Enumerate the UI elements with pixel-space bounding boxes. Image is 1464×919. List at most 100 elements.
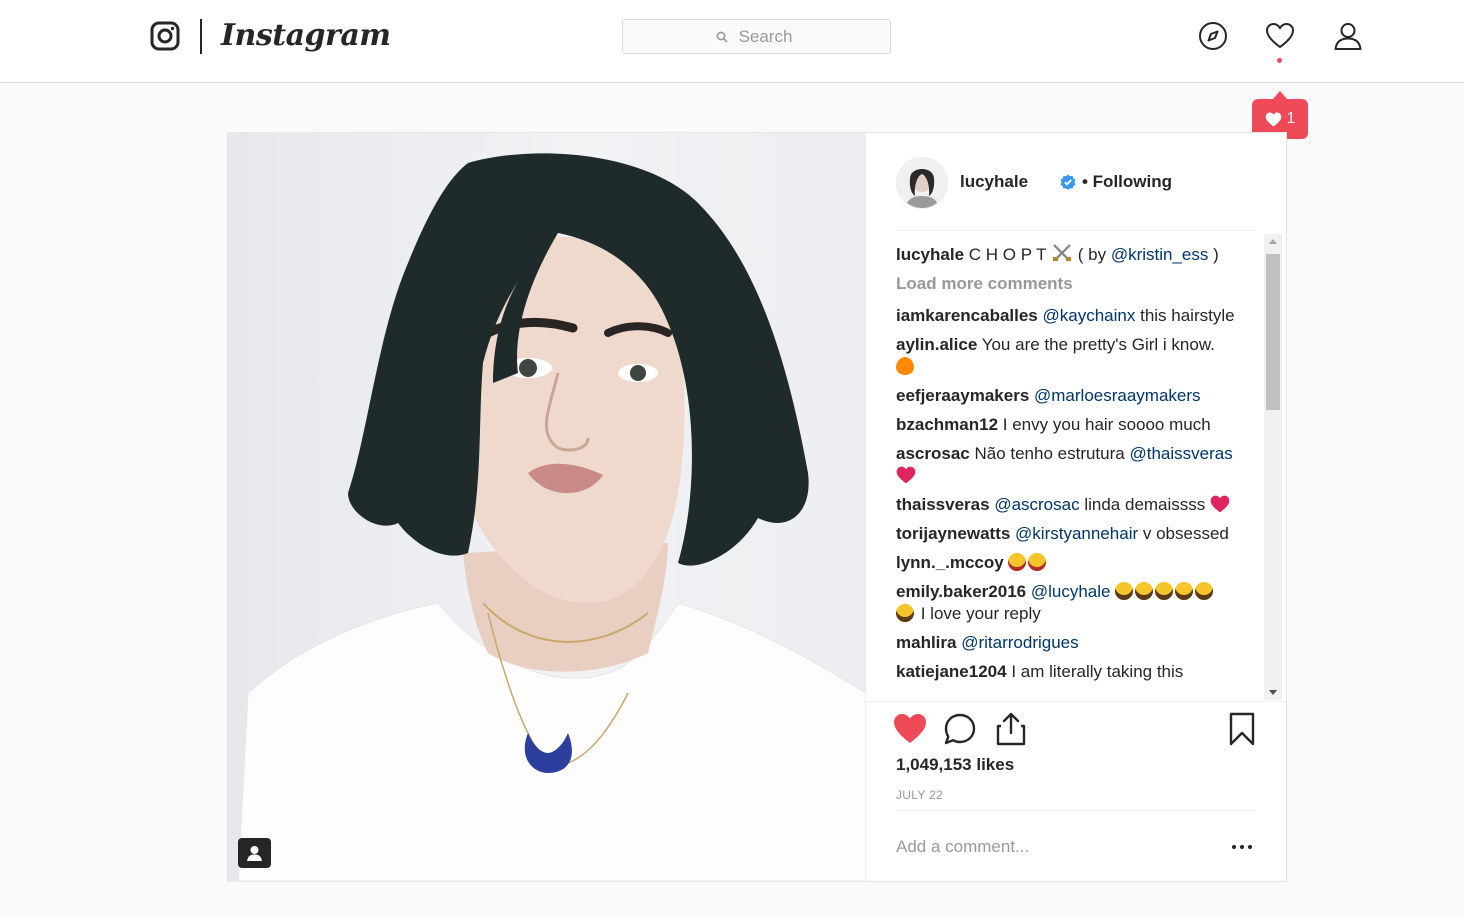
person-tag-icon: [247, 846, 262, 861]
logo-divider: [200, 19, 202, 54]
comment-text: v obsessed: [1142, 524, 1229, 543]
search-input[interactable]: [623, 20, 890, 53]
author-username[interactable]: lucyhale: [960, 172, 1028, 192]
two-hearts-emoji-icon: [896, 466, 916, 484]
scroll-up-arrow-icon[interactable]: [1269, 239, 1277, 244]
comment-username[interactable]: ascrosac: [896, 444, 970, 463]
comment-bubble-icon[interactable]: [942, 711, 978, 747]
comment-username[interactable]: lynn._.mccoy: [896, 553, 1004, 572]
load-more-comments-link[interactable]: Load more comments: [896, 273, 1240, 295]
more-options-button[interactable]: [1230, 839, 1254, 855]
search-box[interactable]: [622, 19, 891, 54]
more-options-dot: [1232, 845, 1236, 849]
avatar[interactable]: [896, 157, 948, 209]
comment-username[interactable]: thaissveras: [896, 495, 990, 514]
search-icon: [716, 31, 728, 43]
compass-icon[interactable]: [1198, 21, 1228, 51]
laughing-emoji-icon: [896, 604, 914, 622]
comment-username[interactable]: iamkarencaballes: [896, 306, 1038, 325]
comment-item: thaissveras @ascrosac linda demaissss: [896, 494, 1240, 516]
comment-item: torijaynewatts @kirstyannehair v obsesse…: [896, 523, 1240, 545]
laughing-emoji-icon: [1115, 582, 1134, 600]
laughing-emoji-icon: [1195, 582, 1214, 600]
actions-divider: [866, 701, 1286, 702]
following-status[interactable]: • Following: [1082, 172, 1172, 192]
comment-box-divider: [896, 810, 1256, 811]
comment-username[interactable]: torijaynewatts: [896, 524, 1010, 543]
comments-list: lucyhale C H O P T ( by @kristin_ess ) L…: [896, 243, 1240, 701]
comment-item: iamkarencaballes @kaychainx this hairsty…: [896, 305, 1240, 327]
caption-username[interactable]: lucyhale: [896, 245, 964, 264]
post-card: lucyhale • Following lucyhale C H O P T …: [227, 132, 1287, 882]
comment-item: mahlira @ritarrodrigues: [896, 632, 1240, 654]
heart-eyes-emoji-icon: [1028, 553, 1047, 571]
caption: lucyhale C H O P T ( by @kristin_ess ): [896, 243, 1240, 266]
comment-text: You are the pretty's Girl i know.: [981, 335, 1215, 354]
share-icon[interactable]: [993, 711, 1029, 747]
top-navigation-bar: Instagram: [0, 0, 1464, 83]
comment-username[interactable]: katiejane1204: [896, 662, 1007, 681]
comment-text: Não tenho estrutura: [974, 444, 1125, 463]
tagged-people-button[interactable]: [238, 838, 271, 868]
comment-mention[interactable]: @ritarrodrigues: [961, 633, 1078, 652]
comment-item: aylin.alice You are the pretty's Girl i …: [896, 334, 1240, 378]
laughing-emoji-icon: [1135, 582, 1154, 600]
header-divider: [896, 230, 1256, 231]
comment-username[interactable]: bzachman12: [896, 415, 998, 434]
instagram-wordmark[interactable]: Instagram: [221, 14, 391, 58]
comment-mention[interactable]: @thaissveras: [1129, 444, 1232, 463]
comment-text: I envy you hair soooo much: [1002, 415, 1211, 434]
heart-eyes-emoji-icon: [1008, 553, 1027, 571]
profile-icon[interactable]: [1333, 21, 1363, 51]
comment-text: this hairstyle: [1140, 306, 1235, 325]
caption-text: C H O P T: [968, 245, 1047, 264]
caption-close: ): [1213, 245, 1219, 264]
comment-item: eefjeraaymakers @marloesraaymakers: [896, 385, 1240, 407]
portrait-illustration: [237, 153, 866, 881]
avatar-image: [897, 158, 947, 208]
more-options-dot: [1240, 845, 1244, 849]
laughing-emoji-icon: [1175, 582, 1194, 600]
comment-text: linda demaissss: [1084, 495, 1206, 514]
comment-mention[interactable]: @lucyhale: [1031, 582, 1111, 601]
comment-item: katiejane1204 I am literally taking this: [896, 661, 1240, 683]
red-heart-emoji-icon: [1210, 495, 1230, 513]
bookmark-icon[interactable]: [1224, 711, 1260, 747]
comment-username[interactable]: eefjeraaymakers: [896, 386, 1029, 405]
post-header: lucyhale • Following: [896, 155, 1256, 211]
comment-mention[interactable]: @kirstyannehair: [1015, 524, 1138, 543]
notification-count: 1: [1286, 110, 1296, 127]
comment-mention[interactable]: @kaychainx: [1043, 306, 1136, 325]
caption-mention[interactable]: @kristin_ess: [1111, 245, 1209, 264]
post-photo[interactable]: [228, 133, 866, 881]
more-options-dot: [1248, 845, 1252, 849]
comment-mention[interactable]: @marloesraaymakers: [1034, 386, 1201, 405]
crossed-swords-icon: [1053, 244, 1071, 261]
comment-item: bzachman12 I envy you hair soooo much: [896, 414, 1240, 436]
comment-username[interactable]: mahlira: [896, 633, 956, 652]
comment-mention[interactable]: @ascrosac: [994, 495, 1079, 514]
comment-text: I love your reply: [920, 604, 1041, 623]
heart-icon[interactable]: [1265, 21, 1295, 51]
comment-username[interactable]: emily.baker2016: [896, 582, 1026, 601]
comment-item: ascrosac Não tenho estrutura @thaissvera…: [896, 443, 1240, 487]
comment-item: emily.baker2016 @lucyhale I love your re…: [896, 581, 1240, 625]
post-side-panel: lucyhale • Following lucyhale C H O P T …: [866, 133, 1286, 881]
comment-username[interactable]: aylin.alice: [896, 335, 977, 354]
notification-dot: [1277, 58, 1282, 63]
add-comment-input[interactable]: [896, 830, 1196, 864]
fire-emoji-icon: [896, 357, 914, 375]
like-heart-icon[interactable]: [892, 711, 928, 747]
laughing-emoji-icon: [1155, 582, 1174, 600]
heart-icon: [1265, 112, 1281, 126]
scroll-down-arrow-icon[interactable]: [1269, 690, 1277, 695]
comments-scrollbar[interactable]: [1264, 234, 1282, 700]
comment-text: I am literally taking this: [1011, 662, 1184, 681]
caption-credit: ( by: [1077, 245, 1107, 264]
comment-item: lynn._.mccoy: [896, 552, 1240, 574]
post-date[interactable]: JULY 22: [896, 788, 943, 802]
scrollbar-thumb[interactable]: [1266, 254, 1280, 410]
like-count[interactable]: 1,049,153 likes: [896, 755, 1014, 775]
instagram-camera-icon[interactable]: [150, 21, 180, 51]
verified-badge-icon: [1060, 174, 1076, 190]
